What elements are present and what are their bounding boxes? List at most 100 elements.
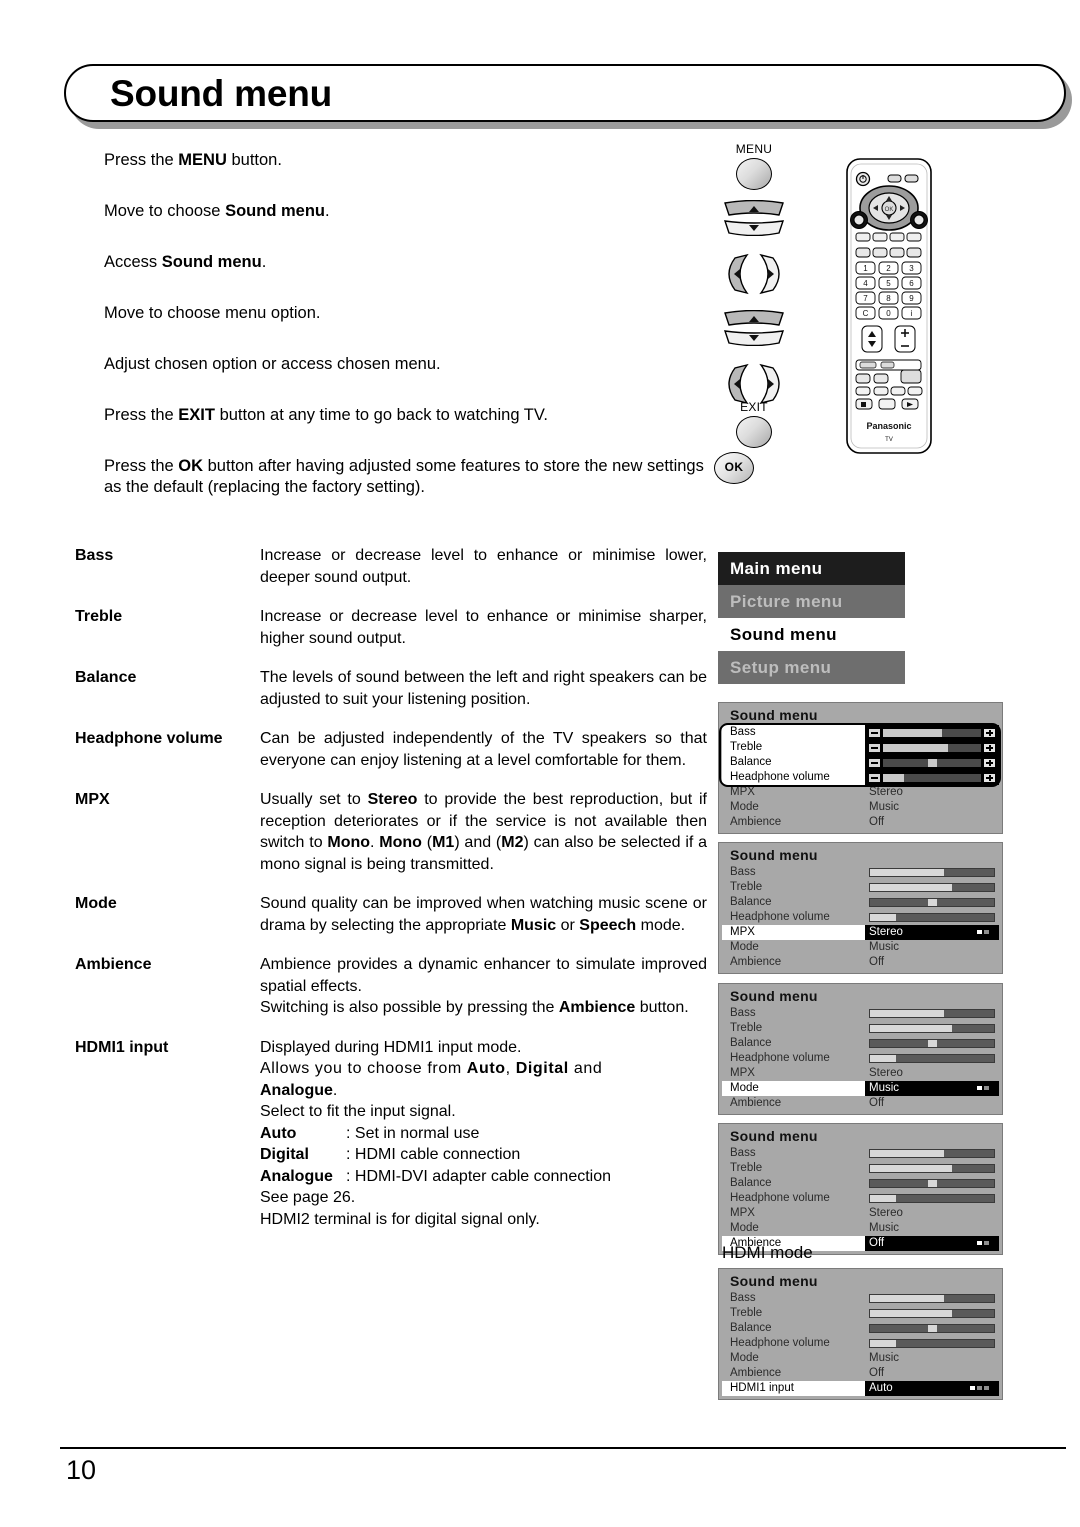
down-arrow-icon-2[interactable] — [714, 328, 794, 346]
osd-row-balance[interactable]: Balance — [722, 1036, 999, 1051]
osd-row-mpx[interactable]: MPX Stereo — [722, 785, 999, 800]
main-menu-item-sound-menu[interactable]: Sound menu — [718, 618, 905, 651]
osd-row-balance[interactable]: Balance — [722, 1176, 999, 1191]
osd-row-mpx[interactable]: MPX Stereo — [722, 925, 999, 940]
osd-row-value[interactable] — [865, 1306, 999, 1321]
osd-slider-track[interactable] — [869, 1194, 995, 1203]
osd-slider-track[interactable] — [869, 1179, 995, 1188]
osd-row-value[interactable]: Stereo — [865, 1206, 999, 1221]
osd-row-bass[interactable]: Bass — [722, 1006, 999, 1021]
up-arrow-icon[interactable] — [714, 200, 794, 216]
osd-row-headphone-volume[interactable]: Headphone volume — [722, 1336, 999, 1351]
plus-icon[interactable] — [984, 728, 995, 737]
osd-row-value[interactable]: Off — [865, 815, 999, 830]
osd-row-headphone-volume[interactable]: Headphone volume — [722, 770, 999, 785]
osd-row-ambience[interactable]: Ambience Off — [722, 1096, 999, 1111]
osd-slider-knob[interactable] — [928, 899, 937, 906]
osd-row-mode[interactable]: Mode Music — [722, 1351, 999, 1366]
osd-row-hdmi1-input[interactable]: HDMI1 input Auto — [722, 1381, 999, 1396]
osd-row-value[interactable] — [865, 770, 999, 785]
main-menu-item-picture-menu[interactable]: Picture menu — [718, 585, 905, 618]
osd-slider-knob[interactable] — [928, 1180, 937, 1187]
osd-slider-track[interactable] — [883, 758, 981, 767]
osd-row-value[interactable] — [865, 1006, 999, 1021]
down-arrow-icon[interactable] — [714, 218, 794, 236]
osd-slider-track[interactable] — [869, 1164, 995, 1173]
osd-row-mode[interactable]: Mode Music — [722, 1081, 999, 1096]
up-down-key-1[interactable] — [714, 200, 794, 236]
osd-row-headphone-volume[interactable]: Headphone volume — [722, 910, 999, 925]
exit-button-glyph[interactable] — [736, 416, 772, 448]
minus-icon[interactable] — [869, 728, 880, 737]
menu-key[interactable]: MENU — [714, 142, 794, 190]
osd-row-treble[interactable]: Treble — [722, 1306, 999, 1321]
osd-row-value[interactable] — [865, 1336, 999, 1351]
plus-icon[interactable] — [984, 773, 995, 782]
osd-row-value[interactable]: Off — [865, 1366, 999, 1381]
osd-slider-knob[interactable] — [928, 1325, 937, 1332]
osd-slider-track[interactable] — [869, 868, 995, 877]
osd-row-value[interactable] — [865, 1176, 999, 1191]
osd-row-headphone-volume[interactable]: Headphone volume — [722, 1051, 999, 1066]
osd-row-balance[interactable]: Balance — [722, 895, 999, 910]
osd-row-bass[interactable]: Bass — [722, 1291, 999, 1306]
osd-row-value[interactable] — [865, 1191, 999, 1206]
osd-row-value[interactable] — [865, 880, 999, 895]
left-right-key-2[interactable] — [714, 362, 794, 405]
osd-row-bass[interactable]: Bass — [722, 725, 999, 740]
osd-slider-with-caps[interactable] — [865, 755, 999, 770]
osd-slider-track[interactable] — [869, 1024, 995, 1033]
up-arrow-icon-2[interactable] — [714, 310, 794, 326]
osd-row-value[interactable]: Auto — [865, 1381, 999, 1396]
osd-slider-track[interactable] — [883, 743, 981, 752]
osd-slider-track[interactable] — [869, 1149, 995, 1158]
osd-slider-track[interactable] — [869, 1309, 995, 1318]
osd-row-mode[interactable]: Mode Music — [722, 940, 999, 955]
osd-row-mode[interactable]: Mode Music — [722, 800, 999, 815]
osd-slider-knob[interactable] — [928, 758, 937, 767]
osd-row-treble[interactable]: Treble — [722, 1021, 999, 1036]
menu-button-glyph[interactable] — [736, 158, 772, 190]
up-down-key-2[interactable] — [714, 310, 794, 346]
osd-slider-track[interactable] — [869, 1339, 995, 1348]
osd-row-treble[interactable]: Treble — [722, 1161, 999, 1176]
osd-slider-track[interactable] — [869, 898, 995, 907]
osd-slider-with-caps[interactable] — [865, 770, 999, 785]
left-right-arrow-icons[interactable] — [714, 252, 794, 295]
osd-row-value[interactable]: Off — [865, 1236, 999, 1251]
osd-row-bass[interactable]: Bass — [722, 1146, 999, 1161]
ok-key[interactable]: OK — [714, 452, 754, 484]
osd-row-value[interactable] — [865, 895, 999, 910]
exit-key[interactable]: EXIT — [714, 400, 794, 448]
osd-slider-track[interactable] — [869, 883, 995, 892]
osd-row-value[interactable] — [865, 1291, 999, 1306]
osd-row-treble[interactable]: Treble — [722, 880, 999, 895]
plus-icon[interactable] — [984, 743, 995, 752]
osd-slider-track[interactable] — [869, 1009, 995, 1018]
minus-icon[interactable] — [869, 773, 880, 782]
osd-row-value[interactable] — [865, 1051, 999, 1066]
osd-slider-track[interactable] — [869, 1294, 995, 1303]
osd-row-bass[interactable]: Bass — [722, 865, 999, 880]
osd-slider-track[interactable] — [883, 773, 981, 782]
osd-row-value[interactable]: Music — [865, 940, 999, 955]
osd-row-ambience[interactable]: Ambience Off — [722, 815, 999, 830]
plus-icon[interactable] — [984, 758, 995, 767]
osd-row-ambience[interactable]: Ambience Off — [722, 1366, 999, 1381]
osd-row-mpx[interactable]: MPX Stereo — [722, 1066, 999, 1081]
osd-row-value[interactable] — [865, 1161, 999, 1176]
osd-row-mode[interactable]: Mode Music — [722, 1221, 999, 1236]
osd-row-value[interactable]: Music — [865, 1081, 999, 1096]
main-menu-item-setup-menu[interactable]: Setup menu — [718, 651, 905, 684]
osd-row-value[interactable] — [865, 1321, 999, 1336]
minus-icon[interactable] — [869, 758, 880, 767]
minus-icon[interactable] — [869, 743, 880, 752]
osd-row-value[interactable] — [865, 1021, 999, 1036]
osd-row-mpx[interactable]: MPX Stereo — [722, 1206, 999, 1221]
osd-slider-track[interactable] — [869, 1039, 995, 1048]
osd-row-balance[interactable]: Balance — [722, 1321, 999, 1336]
osd-row-value[interactable] — [865, 1036, 999, 1051]
osd-row-value[interactable]: Off — [865, 955, 999, 970]
osd-row-value[interactable]: Music — [865, 1351, 999, 1366]
osd-row-value[interactable]: Stereo — [865, 785, 999, 800]
